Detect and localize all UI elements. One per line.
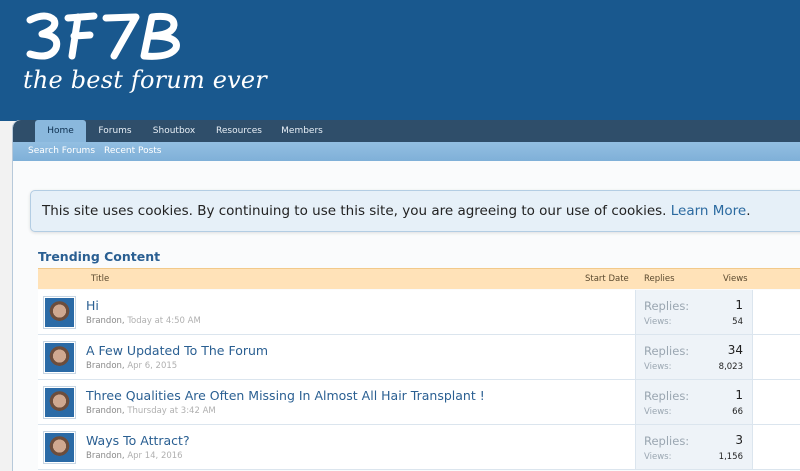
views-count: 1,156 [718, 452, 743, 462]
thread-stats: Replies: 34 Views: 8,023 [635, 335, 753, 379]
column-replies[interactable]: Replies [644, 274, 675, 284]
author-link[interactable]: Brandon [86, 316, 122, 326]
thread-stats: Replies: 1 Views: 66 [635, 380, 753, 424]
thread-title-link[interactable]: A Few Updated To The Forum [86, 343, 268, 358]
replies-label: Replies: [644, 344, 690, 358]
thread-meta: Brandon, Today at 4:50 AM [86, 316, 201, 326]
tab-members[interactable]: Members [276, 120, 328, 142]
table-row: Three Qualities Are Often Missing In Alm… [38, 380, 800, 425]
views-label: Views: [644, 362, 672, 372]
table-row: Ways To Attract? Brandon, Apr 14, 2016 R… [38, 425, 800, 470]
cookie-notice: This site uses cookies. By continuing to… [30, 190, 800, 232]
author-link[interactable]: Brandon [86, 361, 122, 371]
site-logo[interactable] [24, 8, 194, 64]
search-forums-link[interactable]: Search Forums [28, 142, 95, 161]
views-label: Views: [644, 452, 672, 462]
thread-meta: Brandon, Apr 6, 2015 [86, 361, 178, 371]
avatar[interactable] [43, 341, 76, 374]
avatar[interactable] [43, 431, 76, 464]
replies-count: 3 [735, 433, 743, 447]
author-link[interactable]: Brandon [86, 406, 122, 416]
tab-forums[interactable]: Forums [91, 120, 139, 142]
views-label: Views: [644, 407, 672, 417]
tab-home[interactable]: Home [35, 120, 86, 144]
avatar[interactable] [43, 386, 76, 419]
thread-date: Thursday at 3:42 AM [127, 406, 216, 416]
column-views[interactable]: Views [723, 274, 748, 284]
replies-label: Replies: [644, 389, 690, 403]
views-count: 8,023 [718, 362, 743, 372]
column-title[interactable]: Title [91, 274, 109, 284]
thread-meta: Brandon, Apr 14, 2016 [86, 451, 183, 461]
avatar[interactable] [43, 296, 76, 329]
tab-resources[interactable]: Resources [210, 120, 268, 142]
recent-posts-link[interactable]: Recent Posts [104, 142, 162, 161]
tab-shoutbox[interactable]: Shoutbox [146, 120, 202, 142]
sub-navigation: Search Forums Recent Posts [13, 142, 800, 161]
thread-title-link[interactable]: Ways To Attract? [86, 433, 190, 448]
views-label: Views: [644, 317, 672, 327]
replies-label: Replies: [644, 299, 690, 313]
site-tagline: the best forum ever [23, 66, 267, 94]
replies-count: 34 [727, 343, 743, 357]
thread-title-link[interactable]: Three Qualities Are Often Missing In Alm… [86, 388, 485, 403]
views-count: 66 [732, 407, 743, 417]
cookie-notice-period: . [746, 203, 751, 219]
thread-date: Apr 14, 2016 [127, 451, 183, 461]
views-count: 54 [732, 317, 743, 327]
thread-date: Today at 4:50 AM [127, 316, 201, 326]
cookie-notice-message: This site uses cookies. By continuing to… [42, 203, 671, 219]
author-link[interactable]: Brandon [86, 451, 122, 461]
column-start-date[interactable]: Start Date [585, 274, 629, 284]
replies-count: 1 [735, 298, 743, 312]
learn-more-link[interactable]: Learn More [671, 203, 747, 219]
thread-date: Apr 6, 2015 [127, 361, 178, 371]
cookie-notice-text: This site uses cookies. By continuing to… [42, 203, 751, 219]
nav-tabs: Home Forums Shoutbox Resources Members [13, 120, 800, 144]
replies-label: Replies: [644, 434, 690, 448]
table-row: Hi Brandon, Today at 4:50 AM Replies: 1 … [38, 290, 800, 335]
table-row: A Few Updated To The Forum Brandon, Apr … [38, 335, 800, 380]
replies-count: 1 [735, 388, 743, 402]
thread-title-link[interactable]: Hi [86, 298, 99, 313]
site-header: the best forum ever [0, 0, 800, 121]
trending-content-heading: Trending Content [38, 249, 161, 264]
thread-meta: Brandon, Thursday at 3:42 AM [86, 406, 216, 416]
thread-stats: Replies: 1 Views: 54 [635, 290, 753, 334]
thread-stats: Replies: 3 Views: 1,156 [635, 425, 753, 469]
table-header: Title Start Date Replies Views [38, 268, 800, 289]
